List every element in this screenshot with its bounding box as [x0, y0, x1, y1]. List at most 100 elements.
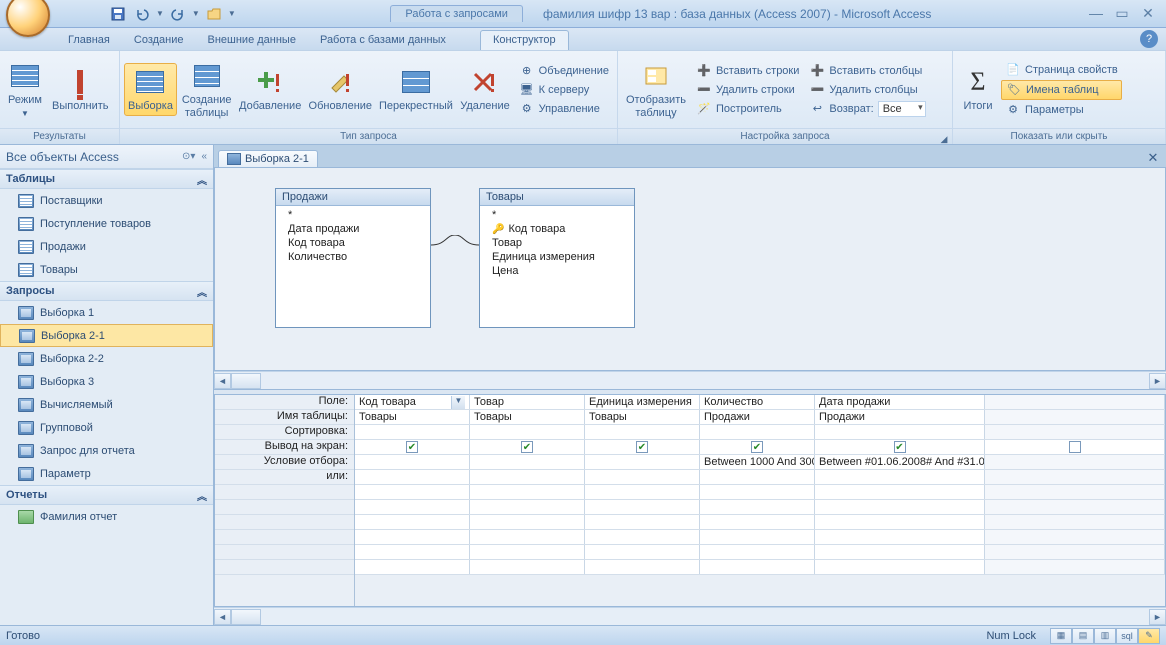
grid-cell[interactable]	[700, 545, 815, 559]
grid-cell[interactable]	[585, 515, 700, 529]
grid-cell[interactable]	[700, 560, 815, 574]
field-star[interactable]: *	[276, 208, 430, 222]
nav-dropdown-icon[interactable]: ⊙▾	[182, 151, 195, 162]
delete-query-button[interactable]: Удаление	[457, 64, 512, 115]
grid-cell[interactable]	[815, 545, 985, 559]
nav-item[interactable]: Групповой	[0, 416, 213, 439]
field[interactable]: Код товара	[276, 236, 430, 250]
insert-cols-button[interactable]: ➕Вставить столбцы	[805, 62, 929, 80]
join-line[interactable]	[431, 235, 479, 255]
maketable-button[interactable]: Создание таблицы	[179, 58, 234, 122]
help-button[interactable]: ?	[1140, 30, 1158, 48]
crosstab-button[interactable]: Перекрестный	[377, 64, 456, 115]
grid-cell[interactable]	[355, 485, 470, 499]
upper-hscroll[interactable]: ◄ ►	[214, 371, 1166, 389]
grid-cell[interactable]	[470, 485, 585, 499]
grid-cell[interactable]: Продажи	[700, 410, 815, 424]
nav-item[interactable]: Поступление товаров	[0, 212, 213, 235]
dialog-launcher-icon[interactable]: ◢	[938, 131, 950, 143]
grid-cell[interactable]: ✔	[470, 440, 585, 454]
tab-create[interactable]: Создание	[122, 31, 196, 50]
qat-customize-icon[interactable]: ▼	[228, 9, 236, 18]
grid-cell[interactable]: Товары	[470, 410, 585, 424]
grid-cell[interactable]	[585, 470, 700, 484]
table-names-button[interactable]: 🏷Имена таблиц	[1001, 80, 1122, 100]
table-box-sales[interactable]: Продажи * Дата продажи Код товара Количе…	[275, 188, 431, 328]
grid-cell[interactable]	[815, 425, 985, 439]
grid-cell[interactable]: ✔	[700, 440, 815, 454]
scroll-right-icon[interactable]: ►	[1149, 609, 1166, 625]
grid-cell[interactable]	[470, 455, 585, 469]
grid-cell-empty[interactable]	[985, 560, 1165, 574]
redo-dropdown-icon[interactable]: ▼	[192, 9, 200, 18]
grid-cell[interactable]: ✔	[355, 440, 470, 454]
field[interactable]: Единица измерения	[480, 250, 634, 264]
view-sql-button[interactable]: sql	[1116, 628, 1138, 644]
tab-home[interactable]: Главная	[56, 31, 122, 50]
tab-dbtools[interactable]: Работа с базами данных	[308, 31, 458, 50]
view-button[interactable]: Режим ▼	[4, 58, 46, 122]
nav-item[interactable]: Продажи	[0, 235, 213, 258]
grid-cell[interactable]: Товары	[585, 410, 700, 424]
grid-cell[interactable]: Between #01.06.2008# And #31.08.2008#	[815, 455, 985, 469]
field[interactable]: Дата продажи	[276, 222, 430, 236]
nav-collapse-icon[interactable]: «	[201, 151, 207, 162]
grid-cell[interactable]	[700, 515, 815, 529]
grid-cell[interactable]	[355, 500, 470, 514]
passthrough-button[interactable]: 🖥К серверу	[515, 81, 613, 99]
grid-cell[interactable]	[355, 425, 470, 439]
nav-section-queries[interactable]: Запросы︽	[0, 281, 213, 301]
grid-cell-empty[interactable]	[985, 455, 1165, 469]
grid-cell[interactable]	[585, 545, 700, 559]
checkbox[interactable]: ✔	[406, 441, 418, 453]
grid-cell[interactable]: Продажи	[815, 410, 985, 424]
grid-cell-empty[interactable]	[985, 440, 1165, 454]
append-button[interactable]: Добавление	[236, 64, 304, 115]
grid-cell[interactable]	[355, 470, 470, 484]
grid-cell[interactable]	[470, 500, 585, 514]
nav-item[interactable]: Выборка 2-2	[0, 347, 213, 370]
restore-button[interactable]: ▭	[1112, 6, 1132, 22]
open-folder-icon[interactable]	[204, 4, 224, 24]
insert-rows-button[interactable]: ➕Вставить строки	[692, 62, 803, 80]
checkbox[interactable]	[1069, 441, 1081, 453]
select-query-button[interactable]: Выборка	[124, 63, 177, 116]
undo-icon[interactable]	[132, 4, 152, 24]
grid-cell[interactable]	[585, 425, 700, 439]
field[interactable]: Цена	[480, 264, 634, 278]
checkbox[interactable]: ✔	[636, 441, 648, 453]
nav-header[interactable]: Все объекты Access ⊙▾ «	[0, 145, 213, 169]
nav-item[interactable]: Вычисляемый	[0, 393, 213, 416]
run-button[interactable]: Выполнить	[48, 64, 112, 115]
nav-item[interactable]: Параметр	[0, 462, 213, 485]
grid-cell[interactable]: Единица измерения	[585, 395, 700, 409]
tab-design[interactable]: Конструктор	[480, 30, 569, 50]
grid-cell[interactable]: ✔	[585, 440, 700, 454]
grid-cell[interactable]	[585, 500, 700, 514]
scroll-right-icon[interactable]: ►	[1149, 373, 1166, 389]
grid-cell[interactable]	[470, 545, 585, 559]
table-box-products[interactable]: Товары * 🔑Код товара Товар Единица измер…	[479, 188, 635, 328]
save-icon[interactable]	[108, 4, 128, 24]
close-button[interactable]: ✕	[1138, 6, 1158, 22]
grid-cell[interactable]	[470, 470, 585, 484]
return-dropdown[interactable]: Все	[878, 101, 926, 117]
property-sheet-button[interactable]: 📄Страница свойств	[1001, 61, 1122, 79]
view-datasheet-button[interactable]: ▦	[1050, 628, 1072, 644]
grid-cell-empty[interactable]	[985, 500, 1165, 514]
nav-item[interactable]: Запрос для отчета	[0, 439, 213, 462]
grid-cell[interactable]	[700, 530, 815, 544]
grid-cell[interactable]	[815, 470, 985, 484]
update-button[interactable]: Обновление	[306, 64, 375, 115]
undo-dropdown-icon[interactable]: ▼	[156, 9, 164, 18]
grid-cell[interactable]	[470, 515, 585, 529]
field[interactable]: Товар	[480, 236, 634, 250]
builder-button[interactable]: 🪄Построитель	[692, 100, 803, 118]
grid-cell[interactable]: Количество	[700, 395, 815, 409]
scroll-thumb[interactable]	[231, 609, 261, 625]
field-key[interactable]: 🔑Код товара	[480, 222, 634, 236]
grid-cell[interactable]	[355, 515, 470, 529]
grid-cell[interactable]	[355, 545, 470, 559]
grid-cell[interactable]	[700, 485, 815, 499]
scroll-thumb[interactable]	[231, 373, 261, 389]
